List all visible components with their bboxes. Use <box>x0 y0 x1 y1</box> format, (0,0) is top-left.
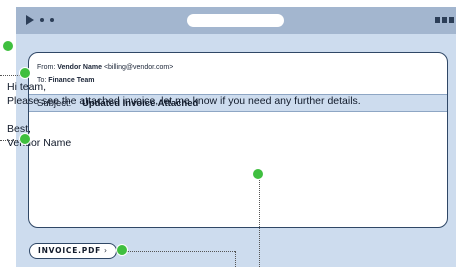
connector-line <box>259 178 260 267</box>
titlebar <box>16 7 456 34</box>
signoff: Best, <box>7 123 31 135</box>
play-icon[interactable] <box>26 15 34 25</box>
connector-line <box>127 251 235 252</box>
menu-block <box>442 17 447 23</box>
from-line: From: Vendor Name <billing@vendor.com> <box>37 64 173 71</box>
menu-block <box>449 17 454 23</box>
signature: Vendor Name <box>7 137 72 149</box>
chevron-right-icon: › <box>104 246 108 255</box>
menu-icon[interactable] <box>435 17 456 23</box>
attachment-chip[interactable]: INVOICE.PDF › <box>29 243 117 259</box>
annotation-marker-icon <box>252 168 264 180</box>
annotation-marker-icon <box>2 40 14 52</box>
sender-address: <billing@vendor.com> <box>103 64 174 71</box>
from-label: From: <box>37 64 56 71</box>
address-bar[interactable] <box>187 14 284 27</box>
window-dot-icon[interactable] <box>50 18 54 22</box>
annotation-marker-icon <box>19 133 31 145</box>
sender-name: Vendor Name <box>57 64 102 71</box>
connector-line <box>0 75 20 76</box>
annotation-marker-icon <box>19 67 31 79</box>
email-body: Hi team, Please see the attached invoice… <box>7 80 417 150</box>
attachment-filename: INVOICE.PDF <box>38 246 102 255</box>
connector-line <box>0 140 20 141</box>
connector-line <box>235 251 236 267</box>
message: Please see the attached invoice, let me … <box>7 95 361 107</box>
window-dot-icon[interactable] <box>40 18 44 22</box>
stage: From: Vendor Name <billing@vendor.com> T… <box>0 0 462 267</box>
greeting: Hi team, <box>7 81 47 93</box>
menu-block <box>435 17 440 23</box>
annotation-marker-icon <box>116 244 128 256</box>
